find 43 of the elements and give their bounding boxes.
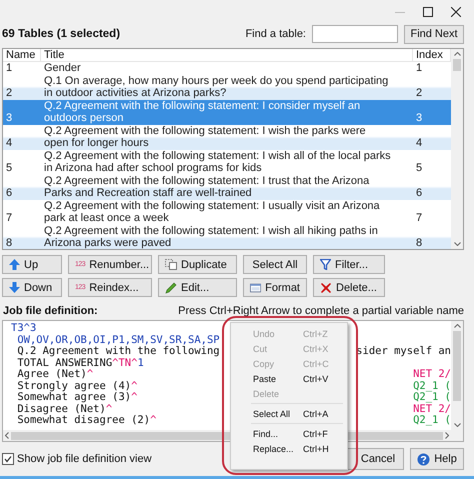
table-cell-text: 2 xyxy=(415,87,424,99)
code-line: NET 2/ xyxy=(413,404,451,415)
code-line: T3^3 xyxy=(11,323,36,334)
table-cell-text: 5 xyxy=(5,162,14,174)
table-cell-text: 5 xyxy=(415,162,424,174)
table-cell-text: Q.2 Agreement with the following statement: I usually visit an Arizona park at least once a week xyxy=(43,200,381,224)
code-line: Q.2 Agreement with the following xyxy=(16,346,220,358)
table-cell-text: Q.2 Agreement with the following statement: I consider myself an outdoors person xyxy=(43,100,362,124)
table-cell-text: 7 xyxy=(5,212,14,224)
code-line: Agree (Net)^ xyxy=(16,369,94,380)
table-cell-text: 1 xyxy=(5,62,14,74)
code-line: Somewhat agree (3)^ xyxy=(16,392,138,404)
table-cell-text: Gender xyxy=(43,62,82,74)
table-cell-text: Q.1 On average, how many hours per week do you spend participating in outdoor activities at Arizona parks? xyxy=(43,75,390,99)
table-cell-text: 3 xyxy=(5,112,14,124)
code-line: OW,OV,OR,OB,OI,P1,SM,SV,SR,SA,SP xyxy=(16,334,220,346)
table-cell-text: 2 xyxy=(5,87,14,99)
table-cell-text: 4 xyxy=(415,137,424,149)
find-label: Find a table: xyxy=(245,28,306,40)
code-line: Strongly agree (4)^ xyxy=(16,380,138,392)
code-line: NET 2/ xyxy=(413,369,451,380)
table-cell-text: 7 xyxy=(415,212,424,224)
code-line: Q2_1 ( xyxy=(413,380,451,392)
code-line: sider myself an xyxy=(356,346,451,358)
table-count: 69 Tables (1 selected) xyxy=(2,28,122,40)
table-cell-text: 4 xyxy=(5,137,14,149)
code-line: Disagree (Net)^ xyxy=(16,404,112,415)
table-cell-text: 8 xyxy=(415,237,424,249)
code-line: Q2_1 ( xyxy=(413,392,451,404)
code-line: Somewhat disagree (2)^ xyxy=(16,415,156,426)
table-cell-text: Q.2 Agreement with the following statement: I wish the parks were open for longer hours xyxy=(43,125,367,149)
code-line: Q2_1 ( xyxy=(413,415,451,426)
hint-text: Press Ctrl+Right Arrow to complete a partial variable name xyxy=(178,304,464,316)
table-cell-text: 1 xyxy=(415,62,424,74)
table-cell-text: Q.2 Agreement with the following statement: I wish all hiking paths in Arizona parks were paved xyxy=(43,225,379,249)
table-cell-text: 6 xyxy=(415,187,424,199)
table-cell-text: 8 xyxy=(5,237,14,249)
table-cell-text: 3 xyxy=(415,112,424,124)
table-cell-text: 6 xyxy=(5,187,14,199)
code-line: TOTAL ANSWERING^TN^1 xyxy=(16,358,144,369)
section-label: Job file definition: xyxy=(3,304,98,316)
table-cell-text: Q.2 Agreement with the following statement: I trust that the Arizona Parks and Recreation staff are well-trained xyxy=(43,175,370,199)
table-cell-text: Q.2 Agreement with the following statement: I wish all of the local parks in Arizona had after school programs for kids xyxy=(43,150,392,174)
